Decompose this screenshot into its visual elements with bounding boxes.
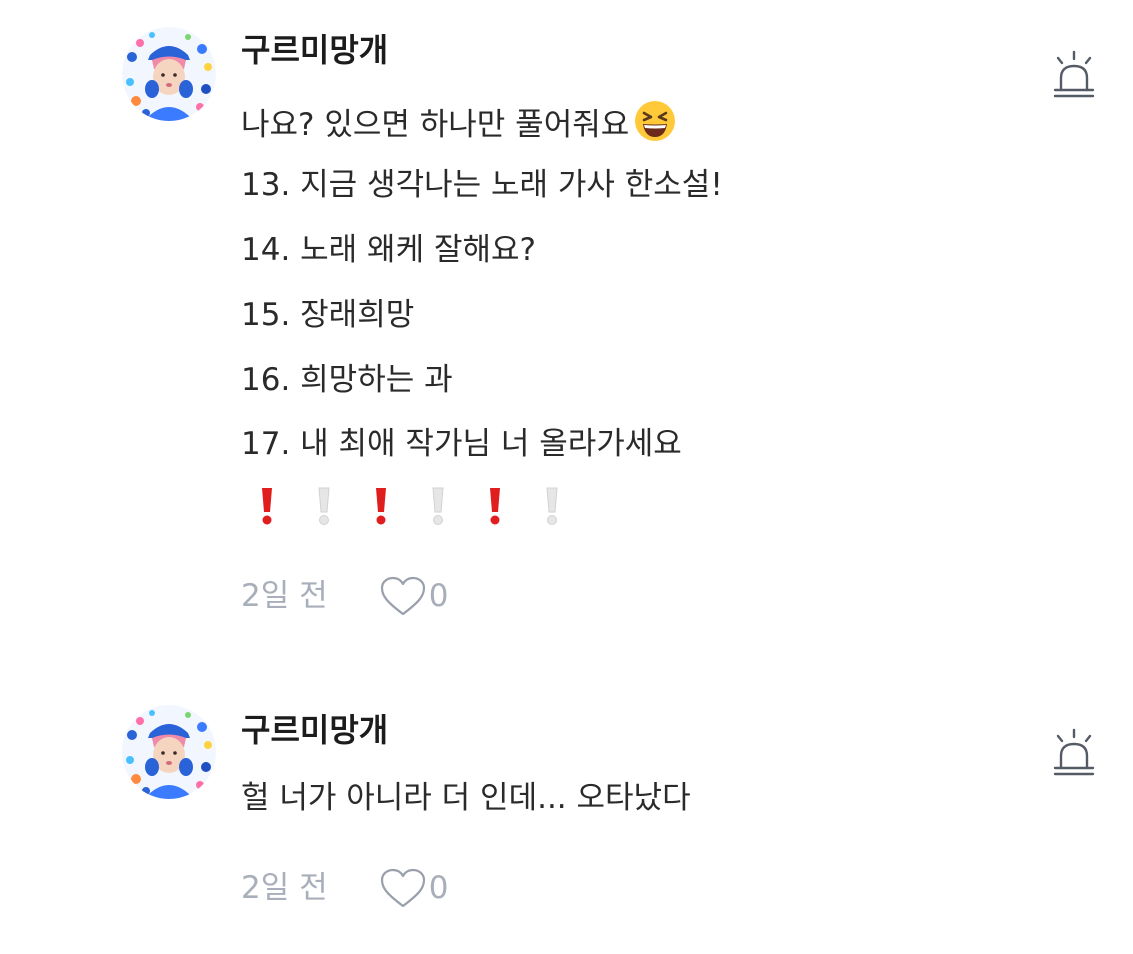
laughing-face-icon [633,99,677,143]
siren-report-icon [1053,50,1095,98]
avatar-photo-icon [122,27,216,121]
username[interactable]: 구르미망개 [241,30,388,70]
exclamation-emoji-row [252,484,594,532]
red-exclamation-icon [252,484,282,528]
siren-report-icon [1053,728,1095,776]
like-count: 0 [428,578,449,614]
white-exclamation-icon [423,484,453,528]
like-button[interactable]: 0 [379,574,449,618]
comment-meta: 2일 전 0 [241,866,448,910]
heart-outline-icon [380,576,425,616]
avatar-photo-icon [122,705,216,799]
heart-outline-icon [380,868,425,908]
comment-text-line: 15. 장래희망 [241,297,415,333]
report-button[interactable] [1050,50,1098,102]
comment-item: 구르미망개 헐 너가 아니라 더 인데... 오타났다 2일 전 0 [0,680,1133,954]
comment-item: 구르미망개 나요? 있으면 하나만 풀어줘요 13. 지금 생각나는 노래 가사… [0,0,1133,650]
comment-text-line: 16. 희망하는 과 [241,362,453,398]
report-button[interactable] [1050,728,1098,780]
like-count: 0 [428,870,449,906]
comment-text-line: 14. 노래 왜케 잘해요? [241,232,536,268]
comment-text-line: 나요? 있으면 하나만 풀어줘요 [241,99,677,145]
comment-text-line: 17. 내 최애 작가님 너 올라가세요 [241,426,682,462]
red-exclamation-icon [366,484,396,528]
comment-meta: 2일 전 0 [241,574,448,618]
avatar[interactable] [122,705,216,799]
timestamp: 2일 전 [241,870,328,906]
username[interactable]: 구르미망개 [241,710,388,750]
white-exclamation-icon [537,484,567,528]
red-exclamation-icon [480,484,510,528]
avatar[interactable] [122,27,216,121]
comment-text: 나요? 있으면 하나만 풀어줘요 [241,107,630,143]
like-button[interactable]: 0 [379,866,449,910]
timestamp: 2일 전 [241,578,328,614]
comment-text-line: 헐 너가 아니라 더 인데... 오타났다 [241,780,691,816]
comment-text-line: 13. 지금 생각나는 노래 가사 한소설! [241,167,723,203]
white-exclamation-icon [309,484,339,528]
